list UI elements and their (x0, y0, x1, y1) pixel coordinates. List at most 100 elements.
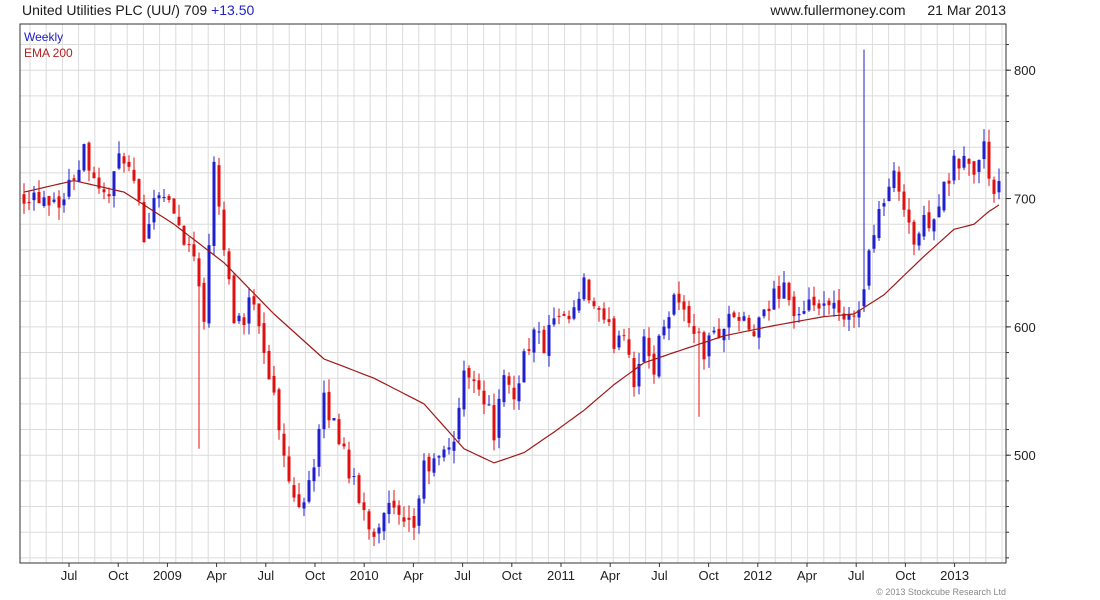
candle-body (72, 178, 76, 180)
candle-body (812, 296, 816, 306)
candle-body (682, 301, 686, 310)
candle-body (877, 209, 881, 238)
candle-body (982, 141, 986, 160)
x-tick-label: Oct (895, 568, 916, 583)
legend-weekly: Weekly (24, 30, 64, 44)
candle-body (667, 317, 671, 329)
candle-body (142, 202, 146, 243)
candle-body (892, 170, 896, 188)
candle-body (752, 331, 756, 337)
candle-body (82, 144, 86, 171)
candle-body (822, 303, 826, 306)
candle-body (347, 449, 351, 479)
x-tick-label: Jul (454, 568, 471, 583)
candle-body (617, 335, 621, 348)
candle-body (962, 155, 966, 168)
candle-body (482, 390, 486, 405)
candle-body (102, 189, 106, 193)
candle-body (47, 196, 51, 206)
candle-body (157, 195, 161, 199)
candle-body (372, 531, 376, 537)
candle-body (282, 433, 286, 456)
candle-body (212, 161, 216, 246)
candle-body (697, 331, 701, 333)
x-tick-label: Oct (698, 568, 719, 583)
candle-body (87, 142, 91, 171)
candle-body (932, 219, 936, 232)
candle-body (172, 198, 176, 214)
x-tick-label: 2013 (940, 568, 969, 583)
candle-body (432, 458, 436, 473)
candle-body (872, 235, 876, 249)
candle-body (297, 494, 301, 508)
y-tick-label: 600 (1014, 320, 1036, 335)
candle-body (972, 161, 976, 175)
candle-body (837, 300, 841, 313)
candle-body (182, 225, 186, 245)
candle-body (852, 315, 856, 317)
candle-body (762, 309, 766, 317)
candle-body (352, 476, 356, 478)
candle-body (187, 244, 191, 246)
candle-body (262, 323, 266, 353)
x-tick-label: 2012 (743, 568, 772, 583)
candle-body (232, 275, 236, 324)
candle-body (922, 214, 926, 237)
candle-body (677, 293, 681, 303)
candle-body (177, 216, 181, 226)
x-tick-label: Jul (848, 568, 865, 583)
candle-body (907, 209, 911, 223)
candle-body (412, 515, 416, 528)
candle-body (672, 294, 676, 315)
candle-body (302, 502, 306, 509)
candle-body (422, 460, 426, 499)
x-tick-label: Apr (206, 568, 227, 583)
x-tick-label: Jul (61, 568, 78, 583)
candle-body (417, 498, 421, 526)
legend-ema: EMA 200 (24, 46, 73, 60)
candle-body (712, 330, 716, 333)
candle-body (327, 391, 331, 421)
candle-body (477, 380, 481, 390)
candle-body (607, 319, 611, 323)
candle-body (202, 282, 206, 322)
candle-body (447, 447, 451, 450)
candle-body (527, 349, 531, 351)
candle-body (997, 181, 1001, 193)
copyright-text: © 2013 Stockcube Research Ltd (876, 587, 1006, 597)
x-tick-label: Oct (108, 568, 129, 583)
candle-body (192, 244, 196, 257)
candle-body (817, 303, 821, 309)
candle-body (247, 297, 251, 324)
candle-body (117, 153, 121, 169)
x-tick-label: Jul (257, 568, 274, 583)
candle-body (112, 171, 116, 196)
candle-body (782, 282, 786, 299)
candle-body (632, 358, 636, 388)
ema-200-line (23, 179, 1000, 464)
candle-body (167, 196, 171, 200)
candle-body (757, 317, 761, 338)
candle-body (122, 156, 126, 164)
candle-body (627, 339, 631, 355)
candle-body (572, 307, 576, 319)
candle-body (437, 456, 441, 458)
candle-body (507, 376, 511, 385)
candle-body (427, 456, 431, 472)
candle-body (522, 351, 526, 383)
candle-body (732, 312, 736, 318)
candle-body (382, 513, 386, 532)
candle-body (207, 245, 211, 324)
candle-body (107, 194, 111, 197)
y-tick-label: 500 (1014, 448, 1036, 463)
candle-body (557, 315, 561, 317)
candle-body (512, 387, 516, 400)
candle-body (737, 316, 741, 321)
price-chart: 500 600 700 800 Jul Oct 2009 Apr Jul Oct 2010 Apr Ju… (19, 23, 1036, 583)
candle-body (387, 502, 391, 515)
candle-body (882, 203, 886, 207)
candle-body (957, 158, 961, 169)
candle-body (222, 209, 226, 251)
candle-body (552, 318, 556, 325)
candle-body (927, 212, 931, 229)
